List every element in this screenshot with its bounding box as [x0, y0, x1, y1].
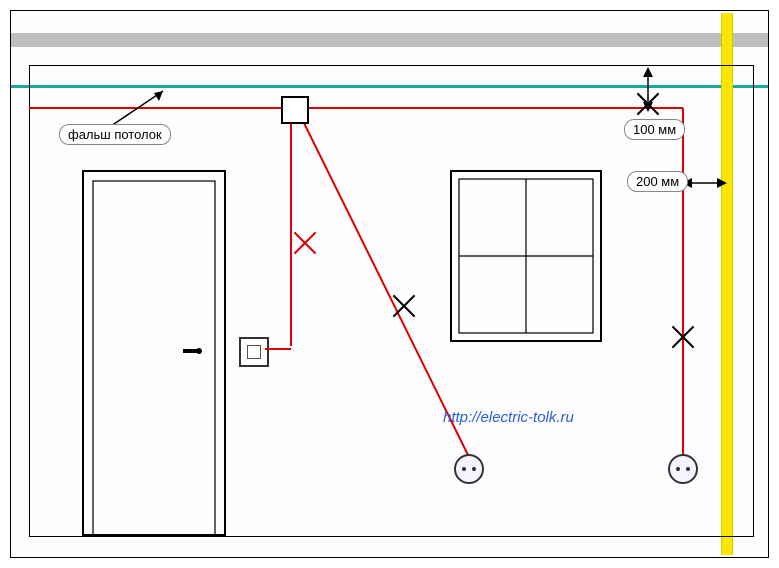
socket-left: [454, 454, 484, 484]
x-mark-icon: [391, 293, 417, 319]
junction-box: [281, 96, 309, 124]
ceiling-slab: [11, 33, 768, 47]
false-ceiling-label: фальш потолок: [59, 124, 171, 145]
socket-right: [668, 454, 698, 484]
x-mark-icon: [670, 324, 696, 350]
source-url: http://electric-tolk.ru: [443, 409, 574, 426]
switch-wire: [265, 343, 325, 363]
dim-200mm-label: 200 мм: [627, 171, 688, 192]
x-mark-icon: [635, 91, 661, 117]
dim-100mm-label: 100 мм: [624, 119, 685, 140]
x-mark-icon: [292, 230, 318, 256]
wiring-diagram: фальш потолок 100 мм 200 мм http://elect…: [10, 10, 769, 558]
